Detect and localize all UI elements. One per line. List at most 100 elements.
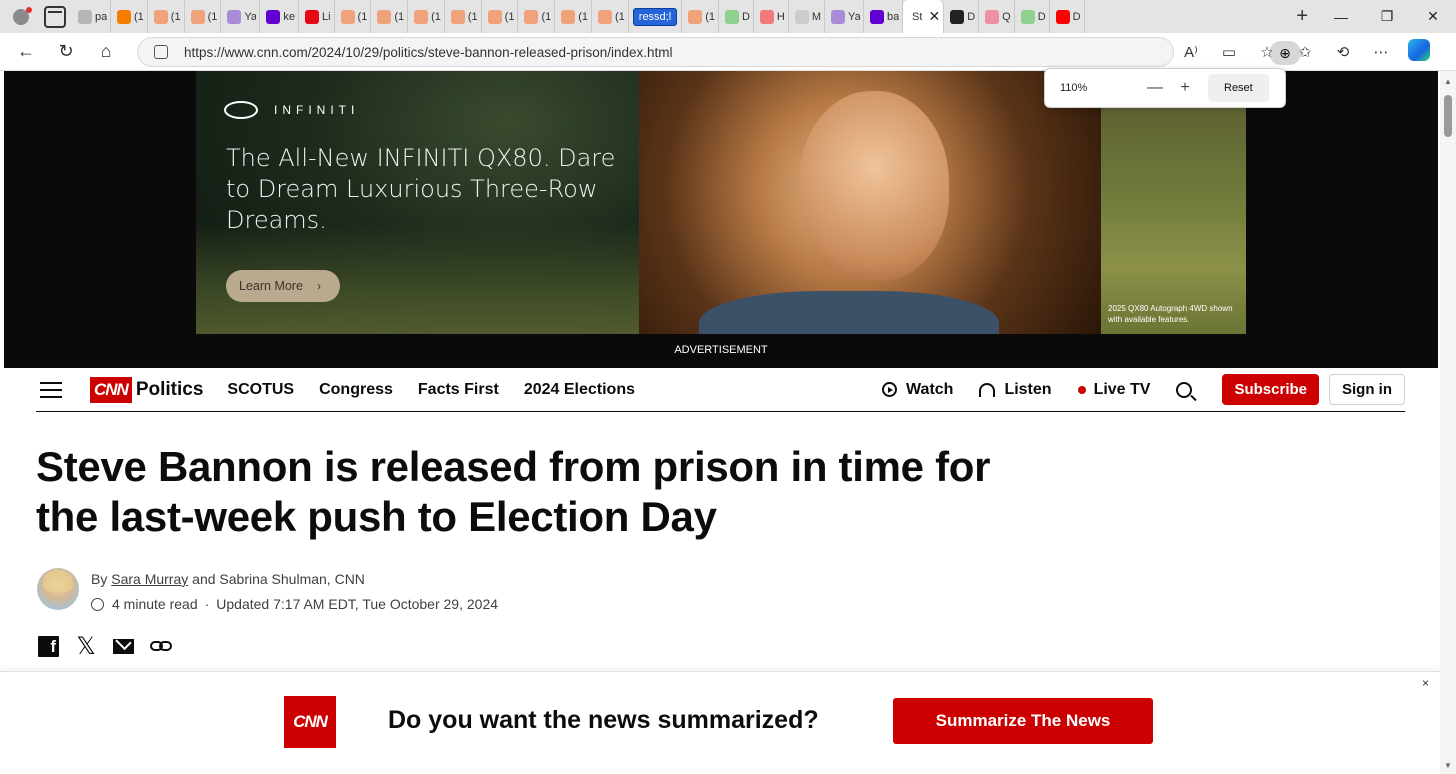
sign-in-button[interactable]: Sign in: [1329, 374, 1405, 405]
menu-icon[interactable]: [40, 381, 62, 398]
browser-tab[interactable]: Ya: [221, 0, 261, 33]
browser-tab[interactable]: (1: [371, 0, 409, 33]
browser-tab[interactable]: Ya: [825, 0, 865, 33]
site-info-icon[interactable]: [154, 45, 168, 59]
live-tv-label: Live TV: [1093, 380, 1151, 398]
back-button[interactable]: ←: [6, 41, 46, 62]
summarize-button[interactable]: Summarize The News: [893, 698, 1153, 744]
email-icon[interactable]: [113, 638, 134, 654]
meta-separator: ·: [204, 596, 210, 612]
author-link[interactable]: Sara Murray: [111, 571, 188, 587]
browser-tab[interactable]: ke: [260, 0, 299, 33]
new-tab-button[interactable]: +: [1296, 5, 1308, 28]
tab-close-icon[interactable]: ✕: [928, 8, 940, 25]
browser-tab[interactable]: ba: [864, 0, 904, 33]
tab-actions-icon[interactable]: [44, 5, 66, 28]
profile-avatar[interactable]: [8, 6, 34, 28]
nav-link-scotus[interactable]: SCOTUS: [227, 381, 294, 399]
tab-label: (1: [134, 10, 144, 23]
yahoo-icon: [266, 9, 281, 24]
x-icon[interactable]: 𝕏: [75, 633, 97, 660]
browser-tab[interactable]: (1: [482, 0, 519, 33]
copy-link-icon[interactable]: [150, 639, 172, 653]
browser-tab[interactable]: pa: [72, 0, 111, 33]
author-avatar[interactable]: [37, 568, 79, 610]
scroll-up-icon[interactable]: ▲: [1444, 77, 1452, 86]
browser-tab[interactable]: Li: [299, 0, 335, 33]
zoom-reset-button[interactable]: Reset: [1208, 74, 1269, 102]
browser-tab[interactable]: D: [719, 0, 754, 33]
facebook-icon[interactable]: f: [38, 635, 59, 657]
share-bar: f 𝕏: [38, 633, 188, 660]
favorite-star-icon[interactable]: ☆: [1248, 43, 1286, 61]
scroll-thumb[interactable]: [1444, 95, 1452, 137]
restore-button[interactable]: ❐: [1364, 8, 1410, 25]
tab-label: Ya: [244, 10, 257, 23]
history-icon[interactable]: ⟲: [1324, 43, 1362, 61]
address-bar[interactable]: https://www.cnn.com/2024/10/29/politics/…: [137, 37, 1301, 67]
close-window-button[interactable]: ✕: [1410, 8, 1456, 25]
close-icon[interactable]: ×: [1422, 676, 1429, 690]
ad-field-image: [1101, 71, 1246, 334]
home-button[interactable]: ⌂: [86, 41, 126, 62]
browser-tab[interactable]: (1: [335, 0, 372, 33]
search-icon[interactable]: [1176, 381, 1193, 398]
subscribe-button[interactable]: Subscribe: [1222, 374, 1319, 405]
tab-label: ke: [283, 10, 295, 23]
substack-icon: [340, 9, 355, 24]
nav-link-congress[interactable]: Congress: [319, 381, 393, 399]
watch-link[interactable]: Watch: [882, 381, 953, 399]
active-tab[interactable]: St ✕: [903, 0, 945, 33]
tab-label: (1: [207, 10, 218, 23]
live-tv-link[interactable]: Live TV: [1077, 380, 1151, 399]
learn-more-label: Learn More: [239, 279, 303, 293]
browser-tab[interactable]: (1: [148, 0, 185, 33]
learn-more-button[interactable]: Learn More ›: [226, 270, 340, 302]
section-title[interactable]: Politics: [136, 379, 204, 401]
browser-tab[interactable]: (1: [445, 0, 482, 33]
browser-tab[interactable]: D: [1050, 0, 1085, 33]
tab-rename-field[interactable]: ressd;l: [629, 0, 683, 33]
infiniti-ad[interactable]: INFINITI The All-New INFINITI QX80. Dare…: [196, 71, 1246, 334]
refresh-button[interactable]: ↻: [46, 41, 86, 62]
browser-tab[interactable]: (1: [111, 0, 148, 33]
copilot-icon[interactable]: [1400, 39, 1438, 65]
cnn-logo[interactable]: CNN: [90, 376, 132, 403]
read-aloud-icon[interactable]: A⁾: [1172, 43, 1210, 61]
tab-label: (1: [578, 10, 588, 23]
browser-tab[interactable]: (1: [518, 0, 556, 33]
split-screen-icon[interactable]: ▭: [1210, 43, 1248, 61]
browser-tab[interactable]: (1: [682, 0, 719, 33]
zoom-level: 110%: [1060, 82, 1088, 94]
favorites-icon[interactable]: ✩: [1286, 43, 1324, 61]
browser-tab[interactable]: (1: [185, 0, 222, 33]
tab-label: (1: [394, 10, 405, 23]
scroll-down-icon[interactable]: ▼: [1444, 761, 1452, 770]
browser-tab[interactable]: (1: [408, 0, 445, 33]
more-menu-icon[interactable]: ⋯: [1362, 43, 1400, 61]
headphones-icon: [979, 382, 996, 397]
zoom-out-button[interactable]: —: [1140, 79, 1170, 97]
netflix-icon: [304, 9, 319, 24]
url-text[interactable]: https://www.cnn.com/2024/10/29/politics/…: [184, 45, 673, 60]
browser-tab[interactable]: (1: [555, 0, 592, 33]
zoom-in-button[interactable]: +: [1170, 79, 1200, 97]
scrollbar[interactable]: ▲ ▼: [1440, 71, 1456, 774]
browser-tab[interactable]: M: [789, 0, 826, 33]
nav-link-facts-first[interactable]: Facts First: [418, 381, 499, 399]
listen-link[interactable]: Listen: [979, 381, 1052, 399]
substack-icon: [414, 9, 429, 24]
window-controls: — ❐ ✕: [1318, 8, 1456, 25]
tab-label: (1: [431, 10, 441, 23]
minimize-button[interactable]: —: [1318, 9, 1364, 25]
tab-rename-input[interactable]: ressd;l: [632, 7, 678, 26]
browser-tab[interactable]: D: [944, 0, 980, 33]
play-icon: [724, 9, 739, 24]
nav-link-2024-elections[interactable]: 2024 Elections: [524, 381, 635, 399]
browser-tab[interactable]: (1: [592, 0, 629, 33]
promo-cnn-logo: CNN: [284, 696, 336, 748]
ad-container: INFINITI The All-New INFINITI QX80. Dare…: [4, 71, 1438, 368]
browser-tab[interactable]: Q: [979, 0, 1015, 33]
browser-tab[interactable]: H: [754, 0, 789, 33]
browser-tab[interactable]: D: [1015, 0, 1050, 33]
